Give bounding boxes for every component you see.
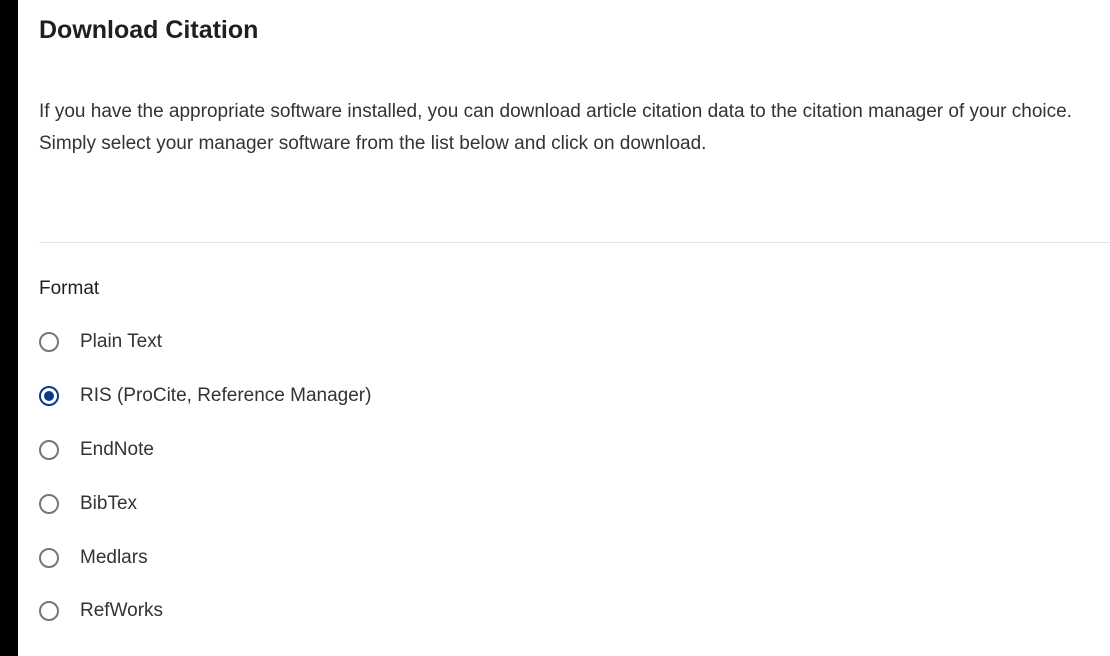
radio-button-icon[interactable] [39, 440, 59, 460]
format-option-ris[interactable]: RIS (ProCite, Reference Manager) [39, 381, 371, 411]
format-option-label[interactable]: BibTex [80, 493, 137, 515]
dialog-description: If you have the appropriate software ins… [39, 101, 1072, 154]
format-option-endnote[interactable]: EndNote [39, 435, 154, 465]
radio-button-icon[interactable] [39, 332, 59, 352]
format-option-refworks[interactable]: RefWorks [39, 596, 163, 626]
radio-button-selected-icon[interactable] [39, 386, 59, 406]
format-option-label[interactable]: RefWorks [80, 600, 163, 622]
dialog-title: Download Citation [39, 16, 259, 44]
radio-button-icon[interactable] [39, 494, 59, 514]
radio-button-icon[interactable] [39, 548, 59, 568]
format-label: Format [39, 278, 100, 299]
format-option-medlars[interactable]: Medlars [39, 543, 148, 573]
section-divider [39, 242, 1110, 243]
format-option-bibtex[interactable]: BibTex [39, 489, 137, 519]
format-option-label[interactable]: Medlars [80, 547, 148, 569]
format-option-label[interactable]: Plain Text [80, 331, 162, 353]
download-citation-dialog: Download Citation If you have the approp… [18, 0, 1110, 656]
format-option-plain-text[interactable]: Plain Text [39, 327, 162, 357]
format-option-label[interactable]: RIS (ProCite, Reference Manager) [80, 385, 371, 407]
format-option-label[interactable]: EndNote [80, 439, 154, 461]
radio-button-icon[interactable] [39, 601, 59, 621]
